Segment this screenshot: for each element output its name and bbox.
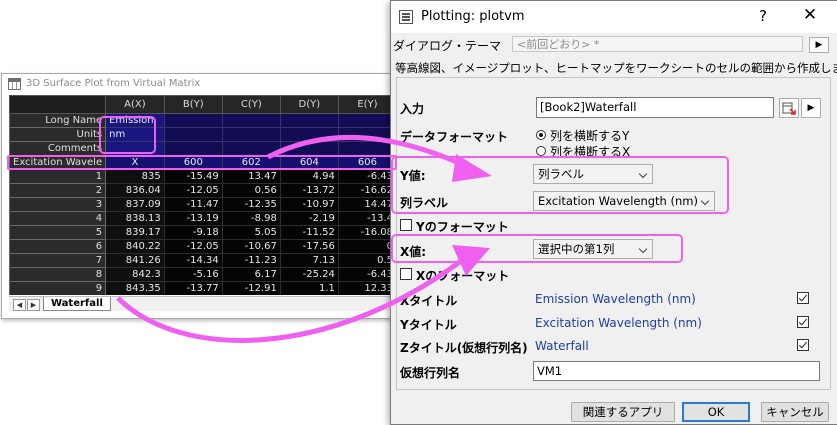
- arrow-excitation-to-y: [266, 135, 472, 171]
- arrowhead-y-icon: [452, 154, 492, 182]
- annotation-arrows: [116, 135, 492, 343]
- arrow-emission-to-x: [116, 256, 467, 343]
